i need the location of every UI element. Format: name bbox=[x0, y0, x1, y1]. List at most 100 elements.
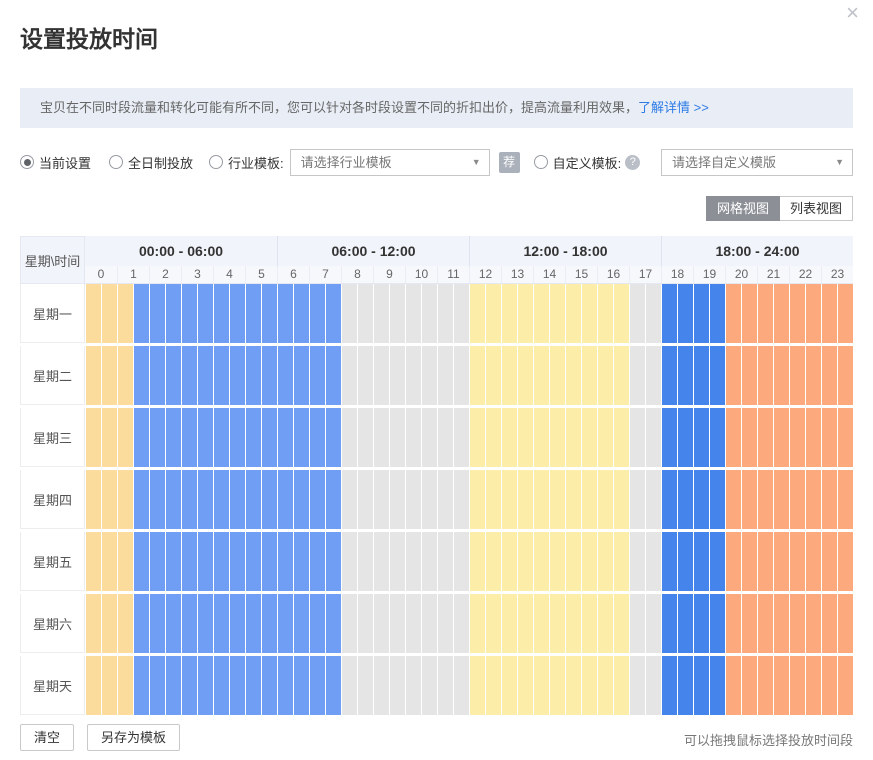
schedule-cell[interactable] bbox=[342, 470, 357, 529]
schedule-cell[interactable] bbox=[438, 408, 453, 467]
schedule-cell[interactable] bbox=[726, 470, 741, 529]
schedule-cell[interactable] bbox=[390, 532, 405, 591]
schedule-cell[interactable] bbox=[374, 346, 389, 405]
schedule-cell[interactable] bbox=[598, 346, 613, 405]
schedule-cell[interactable] bbox=[614, 656, 629, 715]
schedule-cell[interactable] bbox=[86, 594, 101, 653]
schedule-cell[interactable] bbox=[822, 594, 837, 653]
save-as-template-button[interactable]: 另存为模板 bbox=[87, 724, 180, 751]
schedule-cell[interactable] bbox=[598, 656, 613, 715]
schedule-cell[interactable] bbox=[246, 532, 261, 591]
schedule-cell[interactable] bbox=[534, 532, 549, 591]
schedule-cell[interactable] bbox=[518, 594, 533, 653]
schedule-cell[interactable] bbox=[582, 594, 597, 653]
schedule-cell[interactable] bbox=[454, 346, 469, 405]
schedule-cell[interactable] bbox=[486, 408, 501, 467]
schedule-cell[interactable] bbox=[214, 408, 229, 467]
schedule-cell[interactable] bbox=[710, 656, 725, 715]
schedule-cell[interactable] bbox=[374, 470, 389, 529]
schedule-cell[interactable] bbox=[358, 408, 373, 467]
schedule-cell[interactable] bbox=[262, 594, 277, 653]
schedule-cell[interactable] bbox=[326, 284, 341, 343]
schedule-cell[interactable] bbox=[342, 284, 357, 343]
schedule-cell[interactable] bbox=[358, 594, 373, 653]
schedule-cell[interactable] bbox=[422, 346, 437, 405]
schedule-cell[interactable] bbox=[486, 594, 501, 653]
schedule-cell[interactable] bbox=[694, 346, 709, 405]
schedule-cell[interactable] bbox=[518, 532, 533, 591]
schedule-cell[interactable] bbox=[502, 470, 517, 529]
schedule-cell[interactable] bbox=[406, 470, 421, 529]
schedule-cell[interactable] bbox=[726, 408, 741, 467]
schedule-cell[interactable] bbox=[806, 408, 821, 467]
schedule-cell[interactable] bbox=[102, 470, 117, 529]
schedule-cell[interactable] bbox=[422, 284, 437, 343]
schedule-cell[interactable] bbox=[294, 656, 309, 715]
close-icon[interactable]: × bbox=[846, 2, 859, 24]
schedule-cell[interactable] bbox=[806, 284, 821, 343]
schedule-cell[interactable] bbox=[502, 532, 517, 591]
schedule-cell[interactable] bbox=[790, 656, 805, 715]
schedule-cell[interactable] bbox=[806, 470, 821, 529]
schedule-cell[interactable] bbox=[86, 470, 101, 529]
schedule-cell[interactable] bbox=[342, 532, 357, 591]
schedule-cell[interactable] bbox=[358, 470, 373, 529]
schedule-cell[interactable] bbox=[390, 656, 405, 715]
schedule-cell[interactable] bbox=[198, 346, 213, 405]
schedule-cell[interactable] bbox=[118, 656, 133, 715]
schedule-cell[interactable] bbox=[326, 532, 341, 591]
schedule-cell[interactable] bbox=[550, 346, 565, 405]
schedule-cell[interactable] bbox=[694, 408, 709, 467]
schedule-cell[interactable] bbox=[662, 346, 677, 405]
schedule-cell[interactable] bbox=[310, 408, 325, 467]
schedule-cell[interactable] bbox=[422, 532, 437, 591]
schedule-cell[interactable] bbox=[214, 656, 229, 715]
schedule-cell[interactable] bbox=[486, 284, 501, 343]
schedule-cell[interactable] bbox=[246, 408, 261, 467]
schedule-cell[interactable] bbox=[534, 594, 549, 653]
schedule-cell[interactable] bbox=[518, 470, 533, 529]
schedule-cell[interactable] bbox=[326, 470, 341, 529]
schedule-cell[interactable] bbox=[406, 656, 421, 715]
schedule-cell[interactable] bbox=[742, 284, 757, 343]
schedule-cell[interactable] bbox=[390, 346, 405, 405]
schedule-cell[interactable] bbox=[742, 594, 757, 653]
schedule-cell[interactable] bbox=[118, 346, 133, 405]
schedule-cell[interactable] bbox=[470, 532, 485, 591]
schedule-cell[interactable] bbox=[502, 284, 517, 343]
schedule-cell[interactable] bbox=[422, 594, 437, 653]
schedule-cell[interactable] bbox=[118, 408, 133, 467]
schedule-cell[interactable] bbox=[134, 408, 149, 467]
schedule-cell[interactable] bbox=[134, 346, 149, 405]
schedule-cell[interactable] bbox=[726, 284, 741, 343]
schedule-cell[interactable] bbox=[262, 656, 277, 715]
schedule-cell[interactable] bbox=[438, 656, 453, 715]
schedule-cell[interactable] bbox=[566, 594, 581, 653]
clear-button[interactable]: 清空 bbox=[20, 724, 74, 751]
schedule-cell[interactable] bbox=[166, 346, 181, 405]
schedule-cell[interactable] bbox=[678, 408, 693, 467]
schedule-cell[interactable] bbox=[134, 594, 149, 653]
schedule-cell[interactable] bbox=[214, 532, 229, 591]
schedule-cell[interactable] bbox=[518, 656, 533, 715]
schedule-cell[interactable] bbox=[710, 346, 725, 405]
schedule-cell[interactable] bbox=[278, 594, 293, 653]
schedule-cell[interactable] bbox=[790, 532, 805, 591]
schedule-cell[interactable] bbox=[550, 594, 565, 653]
schedule-cell[interactable] bbox=[598, 408, 613, 467]
schedule-cell[interactable] bbox=[166, 656, 181, 715]
schedule-cell[interactable] bbox=[102, 594, 117, 653]
schedule-cell[interactable] bbox=[806, 346, 821, 405]
schedule-cell[interactable] bbox=[710, 284, 725, 343]
schedule-cell[interactable] bbox=[678, 284, 693, 343]
schedule-cell[interactable] bbox=[278, 656, 293, 715]
schedule-cell[interactable] bbox=[86, 532, 101, 591]
schedule-cell[interactable] bbox=[438, 284, 453, 343]
schedule-cell[interactable] bbox=[582, 284, 597, 343]
schedule-cell[interactable] bbox=[646, 284, 661, 343]
schedule-cell[interactable] bbox=[550, 284, 565, 343]
custom-template-select[interactable]: 请选择自定义模版 ▼ bbox=[661, 149, 853, 176]
schedule-cell[interactable] bbox=[710, 470, 725, 529]
schedule-cell[interactable] bbox=[822, 408, 837, 467]
schedule-cell[interactable] bbox=[470, 656, 485, 715]
